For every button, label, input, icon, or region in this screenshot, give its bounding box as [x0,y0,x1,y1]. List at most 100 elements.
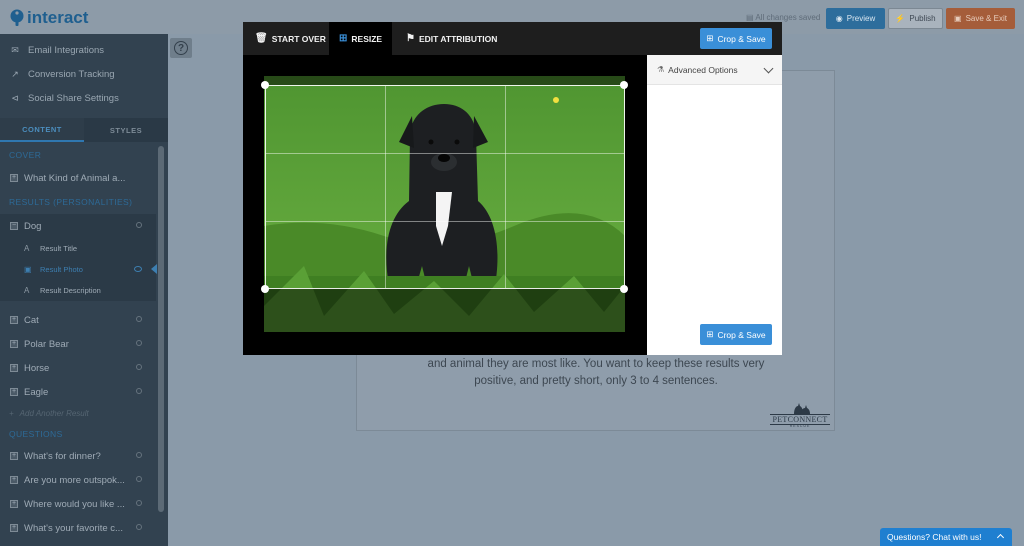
expand-plus-icon[interactable]: + [10,388,18,396]
section-heading-questions: QUESTIONS [9,429,63,439]
tree-subitem-result-description[interactable]: A Result Description [0,280,156,301]
gear-icon[interactable] [136,316,142,322]
description-line-1: and animal they are most like. You want … [427,358,765,370]
gear-icon[interactable] [136,476,142,482]
publish-label: Publish [909,14,936,23]
brand-logo-subtext: RESCUE [789,424,811,428]
brand-logo: PETCONNECT RESCUE [770,402,830,428]
eye-icon[interactable] [134,266,142,272]
crop-icon: ⊞ [339,33,348,44]
result-description-text: and animal they are most like. You want … [376,356,816,390]
preview-label: Preview [846,14,876,23]
sidebar-scrollbar[interactable] [158,146,164,512]
crop-icon: ⊞ [706,33,714,43]
tree-subitem-result-photo[interactable]: ▣ Result Photo [0,259,157,280]
gear-icon[interactable] [136,452,142,458]
section-heading-results: RESULTS (PERSONALITIES) [9,197,133,207]
expand-plus-icon[interactable]: + [10,476,18,484]
tab-content[interactable]: CONTENT [0,118,84,142]
grid-line [505,86,506,288]
sidebar-item-social-share[interactable]: ⊲ Social Share Settings [0,86,168,110]
chat-widget[interactable]: Questions? Chat with us! [880,528,1012,546]
collapse-minus-icon[interactable]: − [10,222,18,230]
tree-item-label: Polar Bear [24,338,69,350]
text-icon: A [24,286,30,295]
tree-item-question-1[interactable]: + What's for dinner? [0,444,156,468]
tree-item-question-4[interactable]: + What's your favorite c... [0,516,156,540]
tree-item-polar-bear[interactable]: + Polar Bear [0,332,156,356]
crop-selection[interactable] [265,85,625,289]
flask-icon: ⚗ [657,65,665,74]
tree-item-horse[interactable]: + Horse [0,356,156,380]
tree-item-eagle[interactable]: + Eagle [0,380,156,404]
gear-icon[interactable] [136,524,142,530]
advanced-options-toggle[interactable]: ⚗ Advanced Options [647,55,782,85]
gear-icon[interactable] [136,340,142,346]
expand-plus-icon[interactable]: + [10,316,18,324]
envelope-icon: ✉ [11,44,19,55]
save-status: ▤ All changes saved [746,13,820,22]
description-line-2: positive, and pretty short, only 3 to 4 … [474,375,718,387]
tree-subitem-label: Result Title [40,244,78,253]
share-icon: ⊲ [11,92,19,103]
preview-button[interactable]: ◉ Preview [826,8,885,29]
crop-handle-top-right[interactable] [620,81,628,89]
add-result-link[interactable]: + Add Another Result [9,409,89,418]
save-icon: ▤ [746,13,754,22]
expand-plus-icon[interactable]: + [10,452,18,460]
interact-logo[interactable]: interact [10,7,88,29]
tree-item-label: Dog [24,220,42,232]
sidebar-item-conversion-tracking[interactable]: ↗ Conversion Tracking [0,62,168,86]
tree-item-question-2[interactable]: + Are you more outspok... [0,468,156,492]
sidebar-item-label: Social Share Settings [28,92,119,104]
edit-attribution-tab[interactable]: ⚑ EDIT ATTRIBUTION [396,22,507,55]
gear-icon[interactable] [136,500,142,506]
gear-icon[interactable] [136,388,142,394]
help-button[interactable]: ? [170,38,192,58]
crop-save-label: Crop & Save [717,329,766,340]
sidebar-item-label: Conversion Tracking [28,68,115,80]
expand-plus-icon[interactable]: + [10,500,18,508]
tree-subitem-label: Result Photo [40,265,83,274]
question-icon: ? [174,41,188,55]
sidebar-item-email-integrations[interactable]: ✉ Email Integrations [0,38,168,62]
crop-save-button-bottom[interactable]: ⊞ Crop & Save [700,324,772,345]
crop-save-button-top[interactable]: ⊞ Crop & Save [700,28,772,49]
crop-icon: ⊞ [706,329,714,339]
eye-icon: ◉ [835,14,843,23]
tab-styles[interactable]: STYLES [84,118,168,142]
gear-icon[interactable] [136,364,142,370]
tree-item-label: Horse [24,362,50,374]
tree-item-cat[interactable]: + Cat [0,308,156,332]
section-heading-cover: COVER [9,150,42,160]
tree-subitem-label: Result Description [40,286,101,295]
crop-handle-bottom-right[interactable] [620,285,628,293]
save-exit-button[interactable]: ▣ Save & Exit [946,8,1015,29]
expand-plus-icon[interactable]: + [10,340,18,348]
tree-item-cover[interactable]: + What Kind of Animal a... [0,166,156,190]
tree-item-question-3[interactable]: + Where would you like ... [0,492,156,516]
add-result-label: Add Another Result [19,409,89,418]
edit-attribution-label: EDIT ATTRIBUTION [418,33,498,44]
grid-line [266,221,624,222]
tree-item-label: Eagle [24,386,49,398]
start-over-label: START OVER [271,33,326,44]
tree-item-label: What's your favorite c... [24,522,123,534]
crop-handle-bottom-left[interactable] [261,285,269,293]
expand-plus-icon[interactable]: + [10,174,18,182]
publish-button[interactable]: ⚡ Publish [888,8,943,29]
tree-subitem-result-title[interactable]: A Result Title [0,238,156,259]
resize-label: RESIZE [351,33,383,44]
expand-plus-icon[interactable]: + [10,524,18,532]
gear-icon[interactable] [136,222,142,228]
sidebar-item-label: Email Integrations [28,44,105,56]
chevron-down-icon [763,63,774,74]
start-over-button[interactable]: 🗑 START OVER [245,22,336,55]
save-status-text: All changes saved [755,13,821,22]
sidebar-tabs: CONTENT STYLES [0,118,168,142]
expand-plus-icon[interactable]: + [10,364,18,372]
crop-handle-top-left[interactable] [261,81,269,89]
resize-tab[interactable]: ⊞ RESIZE [329,22,393,55]
chevron-up-icon[interactable] [996,533,1005,542]
tree-item-dog[interactable]: − Dog [0,214,156,238]
